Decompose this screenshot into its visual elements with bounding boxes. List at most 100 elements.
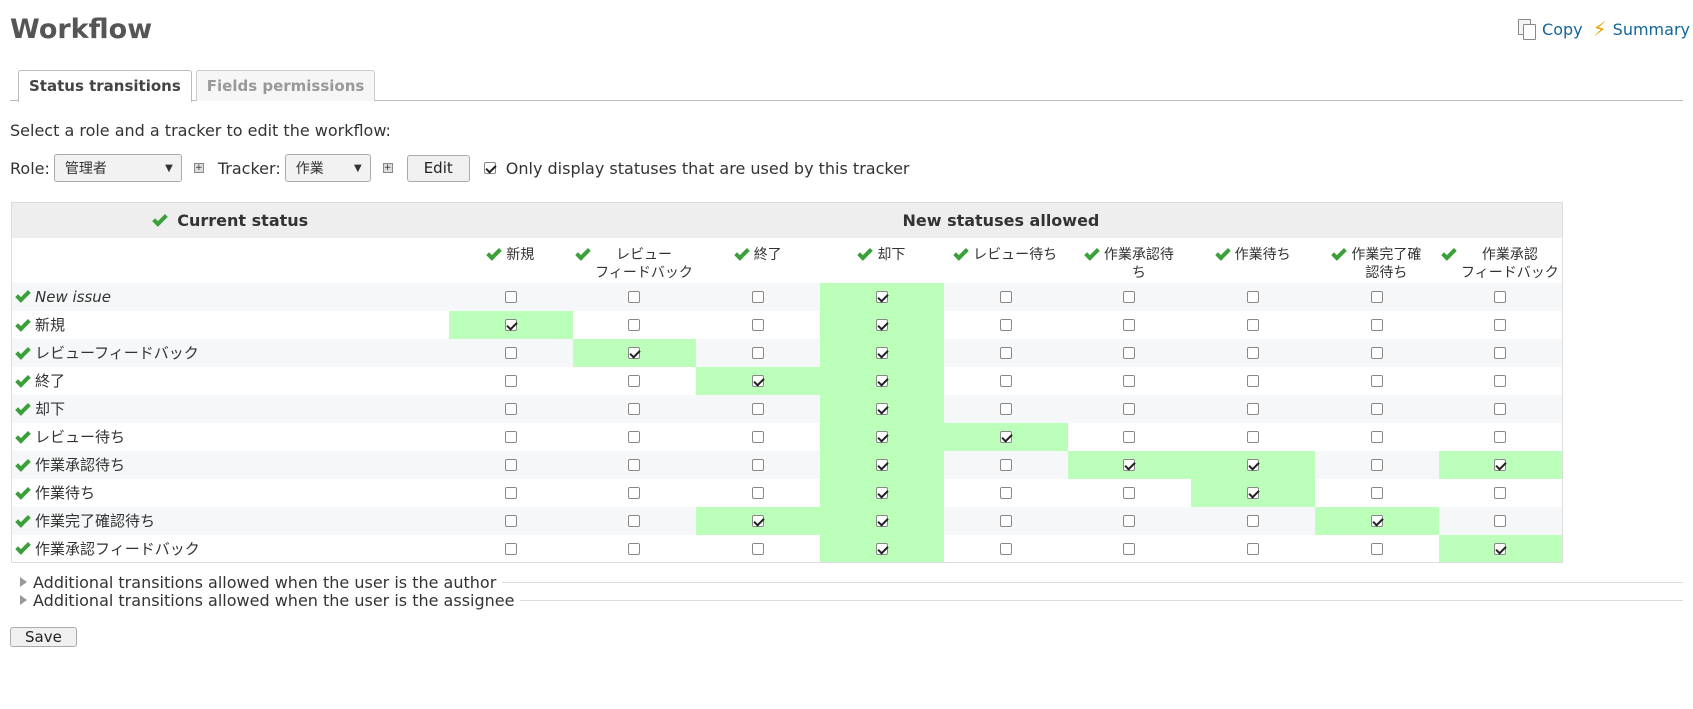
toggle-row-check-icon[interactable] [15,399,31,416]
transition-checkbox[interactable] [875,375,888,387]
transition-checkbox[interactable] [1123,515,1136,527]
transition-checkbox[interactable] [504,515,517,527]
transition-checkbox[interactable] [752,347,765,359]
transition-checkbox[interactable] [504,487,517,499]
only-used-statuses-checkbox[interactable] [483,162,496,174]
transition-checkbox[interactable] [1370,403,1383,415]
transition-checkbox[interactable] [752,375,765,387]
toggle-column-check-icon[interactable] [1331,244,1348,261]
transition-checkbox[interactable] [999,515,1012,527]
transition-checkbox[interactable] [875,291,888,303]
transition-checkbox[interactable] [999,459,1012,471]
transition-checkbox[interactable] [628,459,641,471]
transition-checkbox[interactable] [1123,542,1136,555]
transition-checkbox[interactable] [752,403,765,415]
transition-checkbox[interactable] [1123,459,1136,471]
transition-checkbox[interactable] [1370,375,1383,387]
transition-checkbox[interactable] [504,319,517,331]
author-transitions-toggle[interactable]: Additional transitions allowed when the … [20,573,1683,592]
transition-checkbox[interactable] [1247,375,1260,387]
role-multiselect-toggle-icon[interactable]: + [193,163,204,173]
transition-checkbox[interactable] [1247,542,1260,555]
transition-checkbox[interactable] [628,487,641,499]
transition-checkbox[interactable] [999,431,1012,443]
transition-checkbox[interactable] [875,459,888,471]
role-select[interactable]: 管理者 ▼ [53,154,182,182]
transition-checkbox[interactable] [875,431,888,443]
transition-checkbox[interactable] [1247,459,1260,471]
transition-checkbox[interactable] [1123,403,1136,415]
transition-checkbox[interactable] [628,375,641,387]
transition-checkbox[interactable] [1370,319,1383,331]
toggle-column-check-icon[interactable] [1084,244,1100,261]
transition-checkbox[interactable] [1494,431,1507,443]
tab-fields-permissions[interactable]: Fields permissions [195,70,376,101]
transition-checkbox[interactable] [999,487,1012,499]
transition-checkbox[interactable] [1247,403,1260,415]
transition-checkbox[interactable] [1494,347,1507,359]
toggle-row-check-icon[interactable] [15,315,31,332]
transition-checkbox[interactable] [1247,431,1260,443]
transition-checkbox[interactable] [1494,515,1507,527]
transition-checkbox[interactable] [628,291,641,303]
toggle-row-check-icon[interactable] [15,511,31,528]
transition-checkbox[interactable] [1123,291,1136,303]
transition-checkbox[interactable] [628,319,641,331]
transition-checkbox[interactable] [1494,291,1507,303]
toggle-row-check-icon[interactable] [15,483,31,500]
transition-checkbox[interactable] [504,347,517,359]
transition-checkbox[interactable] [1370,291,1383,303]
toggle-row-check-icon[interactable] [15,343,31,360]
transition-checkbox[interactable] [1494,403,1507,415]
transition-checkbox[interactable] [875,347,888,359]
toggle-column-check-icon[interactable] [575,244,591,261]
transition-checkbox[interactable] [1494,459,1507,471]
transition-checkbox[interactable] [752,291,765,303]
transition-checkbox[interactable] [1123,487,1136,499]
transition-checkbox[interactable] [1123,347,1136,359]
toggle-row-check-icon[interactable] [15,539,31,556]
transition-checkbox[interactable] [752,487,765,499]
transition-checkbox[interactable] [1123,375,1136,387]
toggle-row-check-icon[interactable] [15,371,31,388]
toggle-column-check-icon[interactable] [486,244,502,261]
transition-checkbox[interactable] [752,431,765,443]
transition-checkbox[interactable] [1247,291,1260,303]
transition-checkbox[interactable] [875,487,888,499]
toggle-column-check-icon[interactable] [1441,244,1457,261]
tab-status-transitions[interactable]: Status transitions [18,70,192,102]
transition-checkbox[interactable] [875,403,888,415]
transition-checkbox[interactable] [999,403,1012,415]
transition-checkbox[interactable] [1370,347,1383,359]
toggle-row-check-icon[interactable] [15,287,31,303]
transition-checkbox[interactable] [875,515,888,527]
transition-checkbox[interactable] [628,403,641,415]
copy-link[interactable]: Copy [1518,19,1583,40]
transition-checkbox[interactable] [1370,431,1383,443]
transition-checkbox[interactable] [628,347,641,359]
transition-checkbox[interactable] [504,291,517,303]
transition-checkbox[interactable] [1370,459,1383,471]
toggle-column-check-icon[interactable] [733,244,750,261]
transition-checkbox[interactable] [752,542,765,555]
transition-checkbox[interactable] [1370,542,1383,555]
transition-checkbox[interactable] [752,515,765,527]
transition-checkbox[interactable] [1247,347,1260,359]
toggle-column-check-icon[interactable] [1214,244,1231,261]
transition-checkbox[interactable] [504,542,517,555]
assignee-transitions-toggle[interactable]: Additional transitions allowed when the … [20,591,1683,610]
transition-checkbox[interactable] [999,375,1012,387]
transition-checkbox[interactable] [628,515,641,527]
transition-checkbox[interactable] [999,319,1012,331]
transition-checkbox[interactable] [1247,515,1260,527]
transition-checkbox[interactable] [1494,319,1507,331]
transition-checkbox[interactable] [1370,515,1383,527]
transition-checkbox[interactable] [875,319,888,331]
toggle-column-check-icon[interactable] [857,244,874,261]
transition-checkbox[interactable] [1494,487,1507,499]
tracker-select[interactable]: 作業 ▼ [284,154,371,182]
toggle-row-check-icon[interactable] [15,427,31,444]
transition-checkbox[interactable] [628,431,641,443]
transition-checkbox[interactable] [752,459,765,471]
transition-checkbox[interactable] [999,347,1012,359]
